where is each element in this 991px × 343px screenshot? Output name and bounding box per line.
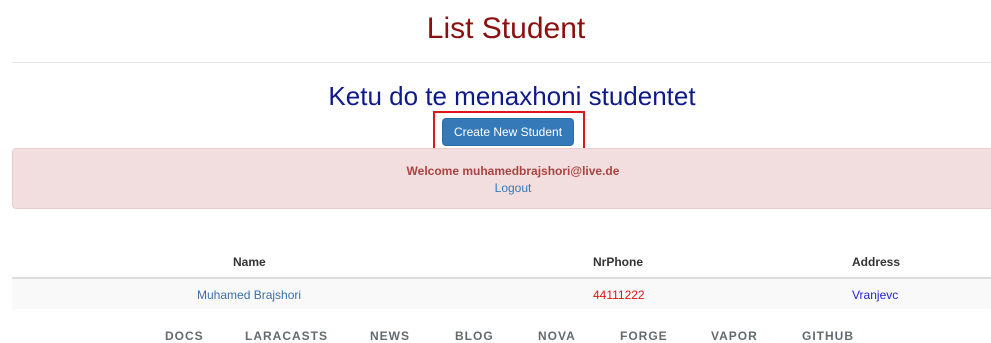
logout-link[interactable]: Logout [13, 181, 991, 195]
page-subtitle: Ketu do te menaxhoni studentet [328, 81, 696, 111]
welcome-alert: Welcome muhamedbrajshori@live.de Logout [12, 148, 991, 209]
create-new-student-button[interactable]: Create New Student [442, 118, 574, 146]
cell-student-name: Muhamed Brajshori [197, 288, 302, 302]
table-header-name: Name [233, 255, 266, 269]
cell-student-address: Vranjevc [852, 288, 899, 302]
cell-student-phone: 44111222 [593, 288, 645, 302]
table-header-nrphone: NrPhone [593, 255, 644, 269]
table-row [12, 279, 991, 309]
title-divider [12, 62, 991, 63]
table-header-address: Address [852, 255, 901, 269]
welcome-text: Welcome muhamedbrajshori@live.de [406, 164, 620, 178]
page-title: List Student [426, 12, 586, 45]
